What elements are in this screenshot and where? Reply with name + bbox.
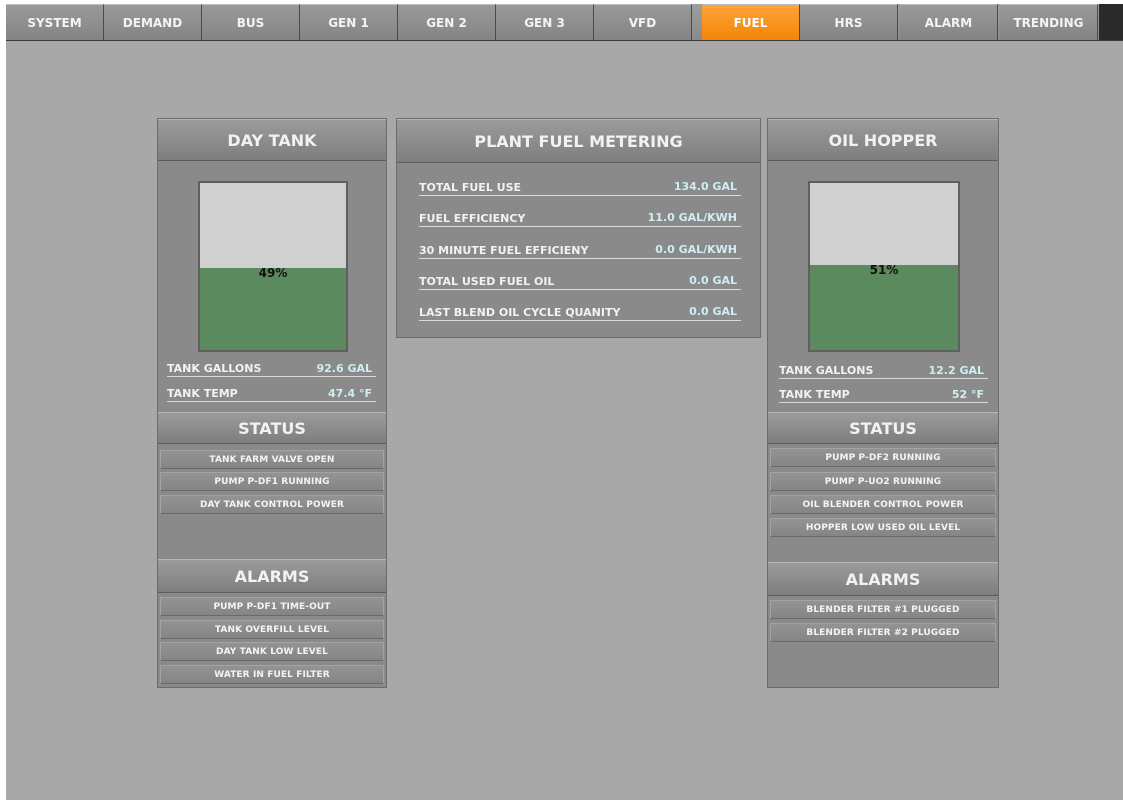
fuel-metering-title: PLANT FUEL METERING — [397, 119, 760, 163]
tab-gen-2[interactable]: GEN 2 — [398, 4, 496, 40]
oil-hopper-gauge: 51% — [808, 181, 960, 352]
oil-hopper-panel: OIL HOPPER 51% TANK GALLONS 12.2 GAL TAN… — [767, 118, 999, 688]
metering-value: 11.0 GAL/KWH — [647, 211, 737, 224]
tank-gallons-label: TANK GALLONS — [167, 362, 262, 375]
nav-end-cap — [1099, 4, 1123, 40]
tank-gallons-value: 92.6 GAL — [316, 362, 372, 375]
tank-temp-label: TANK TEMP — [779, 388, 850, 401]
day-tank-panel: DAY TANK 49% TANK GALLONS 92.6 GAL TANK … — [157, 118, 387, 688]
oil-hopper-status-title: STATUS — [768, 412, 998, 444]
alarm-item: TANK OVERFILL LEVEL — [160, 620, 384, 639]
tab-trending[interactable]: TRENDING — [1000, 4, 1098, 40]
metering-label: TOTAL USED FUEL OIL — [419, 275, 555, 288]
alarm-item: PUMP P-DF1 TIME-OUT — [160, 597, 384, 616]
tab-demand[interactable]: DEMAND — [104, 4, 202, 40]
status-item: PUMP P-UO2 RUNNING — [770, 472, 996, 491]
alarm-item: BLENDER FILTER #2 PLUGGED — [770, 623, 996, 642]
tab-vfd[interactable]: VFD — [594, 4, 692, 40]
tank-gallons-label: TANK GALLONS — [779, 364, 874, 377]
oil-hopper-title: OIL HOPPER — [768, 119, 998, 161]
day-tank-level-label: 49% — [258, 266, 288, 280]
fuel-metering-panel: PLANT FUEL METERING TOTAL FUEL USE 134.0… — [396, 118, 761, 338]
tank-temp-value: 52 °F — [951, 388, 984, 401]
status-item: PUMP P-DF2 RUNNING — [770, 448, 996, 467]
fuel-screen: SYSTEM DEMAND BUS GEN 1 GEN 2 GEN 3 VFD … — [6, 4, 1123, 800]
status-item: PUMP P-DF1 RUNNING — [160, 472, 384, 491]
metering-row: 30 MINUTE FUEL EFFICIENY 0.0 GAL/KWH — [419, 240, 741, 259]
status-item: OIL BLENDER CONTROL POWER — [770, 495, 996, 514]
tab-hrs[interactable]: HRS — [800, 4, 898, 40]
metering-value: 134.0 GAL — [673, 180, 737, 193]
status-item: DAY TANK CONTROL POWER — [160, 495, 384, 514]
metering-value: 0.0 GAL — [689, 305, 737, 318]
alarm-item: WATER IN FUEL FILTER — [160, 665, 384, 684]
day-tank-title: DAY TANK — [158, 119, 386, 161]
oil-hopper-alarms-title: ALARMS — [768, 562, 998, 596]
metering-value: 0.0 GAL — [689, 274, 737, 287]
oil-hopper-temp-row: TANK TEMP 52 °F — [779, 386, 988, 403]
metering-row: FUEL EFFICIENCY 11.0 GAL/KWH — [419, 208, 741, 227]
alarm-item: BLENDER FILTER #1 PLUGGED — [770, 600, 996, 619]
top-nav: SYSTEM DEMAND BUS GEN 1 GEN 2 GEN 3 VFD … — [6, 4, 1123, 41]
metering-row: LAST BLEND OIL CYCLE QUANITY 0.0 GAL — [419, 302, 741, 321]
metering-label: LAST BLEND OIL CYCLE QUANITY — [419, 306, 621, 319]
oil-hopper-level-label: 51% — [869, 263, 899, 277]
metering-value: 0.0 GAL/KWH — [655, 243, 737, 256]
tab-gen-3[interactable]: GEN 3 — [496, 4, 594, 40]
day-tank-temp-row: TANK TEMP 47.4 °F — [167, 385, 376, 402]
day-tank-level-fill — [200, 268, 346, 350]
tab-gen-1[interactable]: GEN 1 — [300, 4, 398, 40]
tab-alarm[interactable]: ALARM — [900, 4, 998, 40]
status-item: HOPPER LOW USED OIL LEVEL — [770, 518, 996, 537]
day-tank-gauge: 49% — [198, 181, 348, 352]
oil-hopper-gallons-row: TANK GALLONS 12.2 GAL — [779, 362, 988, 379]
tank-gallons-value: 12.2 GAL — [928, 364, 984, 377]
metering-row: TOTAL FUEL USE 134.0 GAL — [419, 177, 741, 196]
day-tank-gallons-row: TANK GALLONS 92.6 GAL — [167, 360, 376, 377]
tab-bus[interactable]: BUS — [202, 4, 300, 40]
metering-label: FUEL EFFICIENCY — [419, 212, 526, 225]
tank-temp-value: 47.4 °F — [328, 387, 372, 400]
status-item: TANK FARM VALVE OPEN — [160, 450, 384, 469]
day-tank-status-title: STATUS — [158, 412, 386, 444]
metering-label: 30 MINUTE FUEL EFFICIENY — [419, 244, 589, 257]
tab-system[interactable]: SYSTEM — [6, 4, 104, 40]
alarm-item: DAY TANK LOW LEVEL — [160, 642, 384, 661]
oil-hopper-level-fill — [810, 265, 958, 350]
tab-fuel[interactable]: FUEL — [702, 4, 800, 40]
metering-label: TOTAL FUEL USE — [419, 181, 522, 194]
tank-temp-label: TANK TEMP — [167, 387, 238, 400]
metering-row: TOTAL USED FUEL OIL 0.0 GAL — [419, 271, 741, 290]
day-tank-alarms-title: ALARMS — [158, 559, 386, 593]
